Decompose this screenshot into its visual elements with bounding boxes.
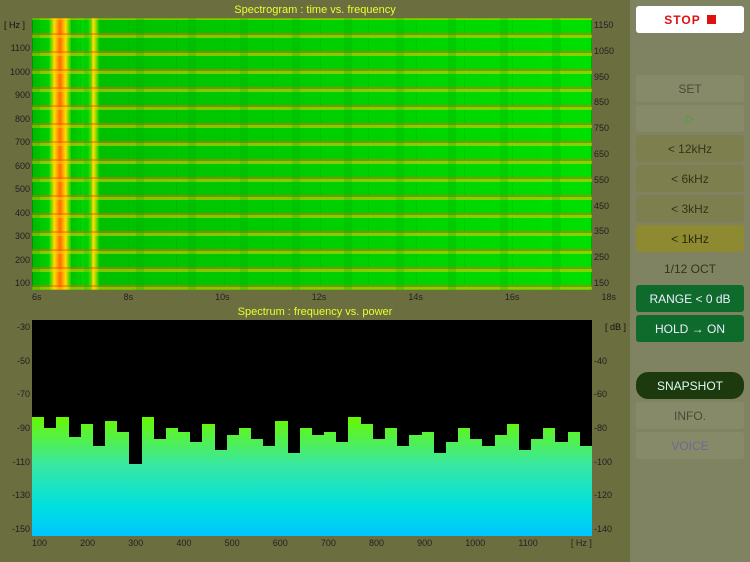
spectrum-bar [105, 320, 117, 421]
spectrum-bar [142, 320, 154, 417]
spectrogram-y-right: 1150 1050 950 850 750 650 550 450 350 25… [592, 18, 628, 290]
spectrum-bar [446, 320, 458, 442]
spectrum-y-left: -30 -50 -70 -90 -110 -130 -150 [2, 320, 32, 536]
set-button[interactable]: SET [636, 75, 744, 102]
spectrum-bar [300, 320, 312, 428]
spectrum-bar [44, 320, 56, 428]
spectrum-bar [215, 320, 227, 450]
spectrum-bar [482, 320, 494, 446]
spectrum-bar [190, 320, 202, 442]
spectrogram-y-left: [ Hz ] 1100 1000 900 800 700 600 500 400… [2, 18, 32, 290]
spectrum-bar [93, 320, 105, 446]
spectrogram-canvas[interactable] [32, 18, 592, 290]
spectrum-bar [32, 320, 44, 414]
spectrum-bar [336, 320, 348, 442]
spectrum-bar [239, 320, 251, 428]
spectrum-bar [154, 320, 166, 439]
spectrum-bar [227, 320, 239, 435]
range-6khz-button[interactable]: < 6kHz [636, 165, 744, 192]
spectrum-bar [531, 320, 543, 439]
spectrum-bar [275, 320, 287, 421]
spectrum-bar [519, 320, 531, 450]
range-12khz-button[interactable]: < 12kHz [636, 135, 744, 162]
spectrum-canvas[interactable] [32, 320, 592, 536]
sidebar: STOP SET ▷ < 12kHz < 6kHz < 3kHz < 1kHz … [630, 0, 750, 562]
spectrum-bar [495, 320, 507, 435]
spectrum-bar [397, 320, 409, 446]
range-1khz-button[interactable]: < 1kHz [636, 225, 744, 252]
spectrogram-x-axis: 6s 8s 10s 12s 14s 16s 18s [2, 290, 628, 306]
spectrum-x-axis: 100 200 300 400 500 600 700 800 900 1000… [2, 536, 628, 552]
play-button[interactable]: ▷ [636, 105, 744, 132]
spectrum-bar [409, 320, 421, 435]
spectrum-bar [555, 320, 567, 442]
spectrum-bar [373, 320, 385, 439]
spectrum-bar [507, 320, 519, 424]
hold-button[interactable]: HOLD → ON [636, 315, 744, 342]
spectrum-bar [580, 320, 592, 446]
spectrum-bar [434, 320, 446, 453]
spectrum-bar [312, 320, 324, 435]
spectrum-bar [568, 320, 580, 432]
spectrum-bar [129, 320, 141, 464]
stop-button[interactable]: STOP [636, 6, 744, 33]
spectrum-bar [458, 320, 470, 428]
voice-button[interactable]: VOICE [636, 432, 744, 459]
spectrum-title: Spectrum : frequency vs. power [2, 306, 628, 318]
spectrum-bar [543, 320, 555, 428]
spectrum-bar [251, 320, 263, 439]
spectrum-bar [385, 320, 397, 428]
spectrum-bar [422, 320, 434, 432]
spectrum-bar [166, 320, 178, 428]
spectrum-bar [56, 320, 68, 406]
snapshot-button[interactable]: SNAPSHOT [636, 372, 744, 399]
spectrum-bar [202, 320, 214, 424]
spectrum-bar [69, 320, 81, 437]
oct-label: 1/12 OCT [636, 255, 744, 282]
spectrum-bar [117, 320, 129, 432]
spectrum-bar [288, 320, 300, 453]
spectrum-bar [324, 320, 336, 432]
spectrum-bar [348, 320, 360, 417]
stop-icon [707, 15, 716, 24]
spectrum-y-right: [ dB ] -40 -60 -80 -100 -120 -140 [592, 320, 628, 536]
play-icon: ▷ [686, 112, 694, 125]
range-db-button[interactable]: RANGE < 0 dB [636, 285, 744, 312]
info-button[interactable]: INFO. [636, 402, 744, 429]
spectrogram-title: Spectrogram : time vs. frequency [2, 4, 628, 16]
spectrum-bar [178, 320, 190, 432]
spectrum-bar [470, 320, 482, 439]
spectrum-bar [81, 320, 93, 424]
spectrum-bar [263, 320, 275, 446]
range-3khz-button[interactable]: < 3kHz [636, 195, 744, 222]
spectrum-bar [361, 320, 373, 424]
